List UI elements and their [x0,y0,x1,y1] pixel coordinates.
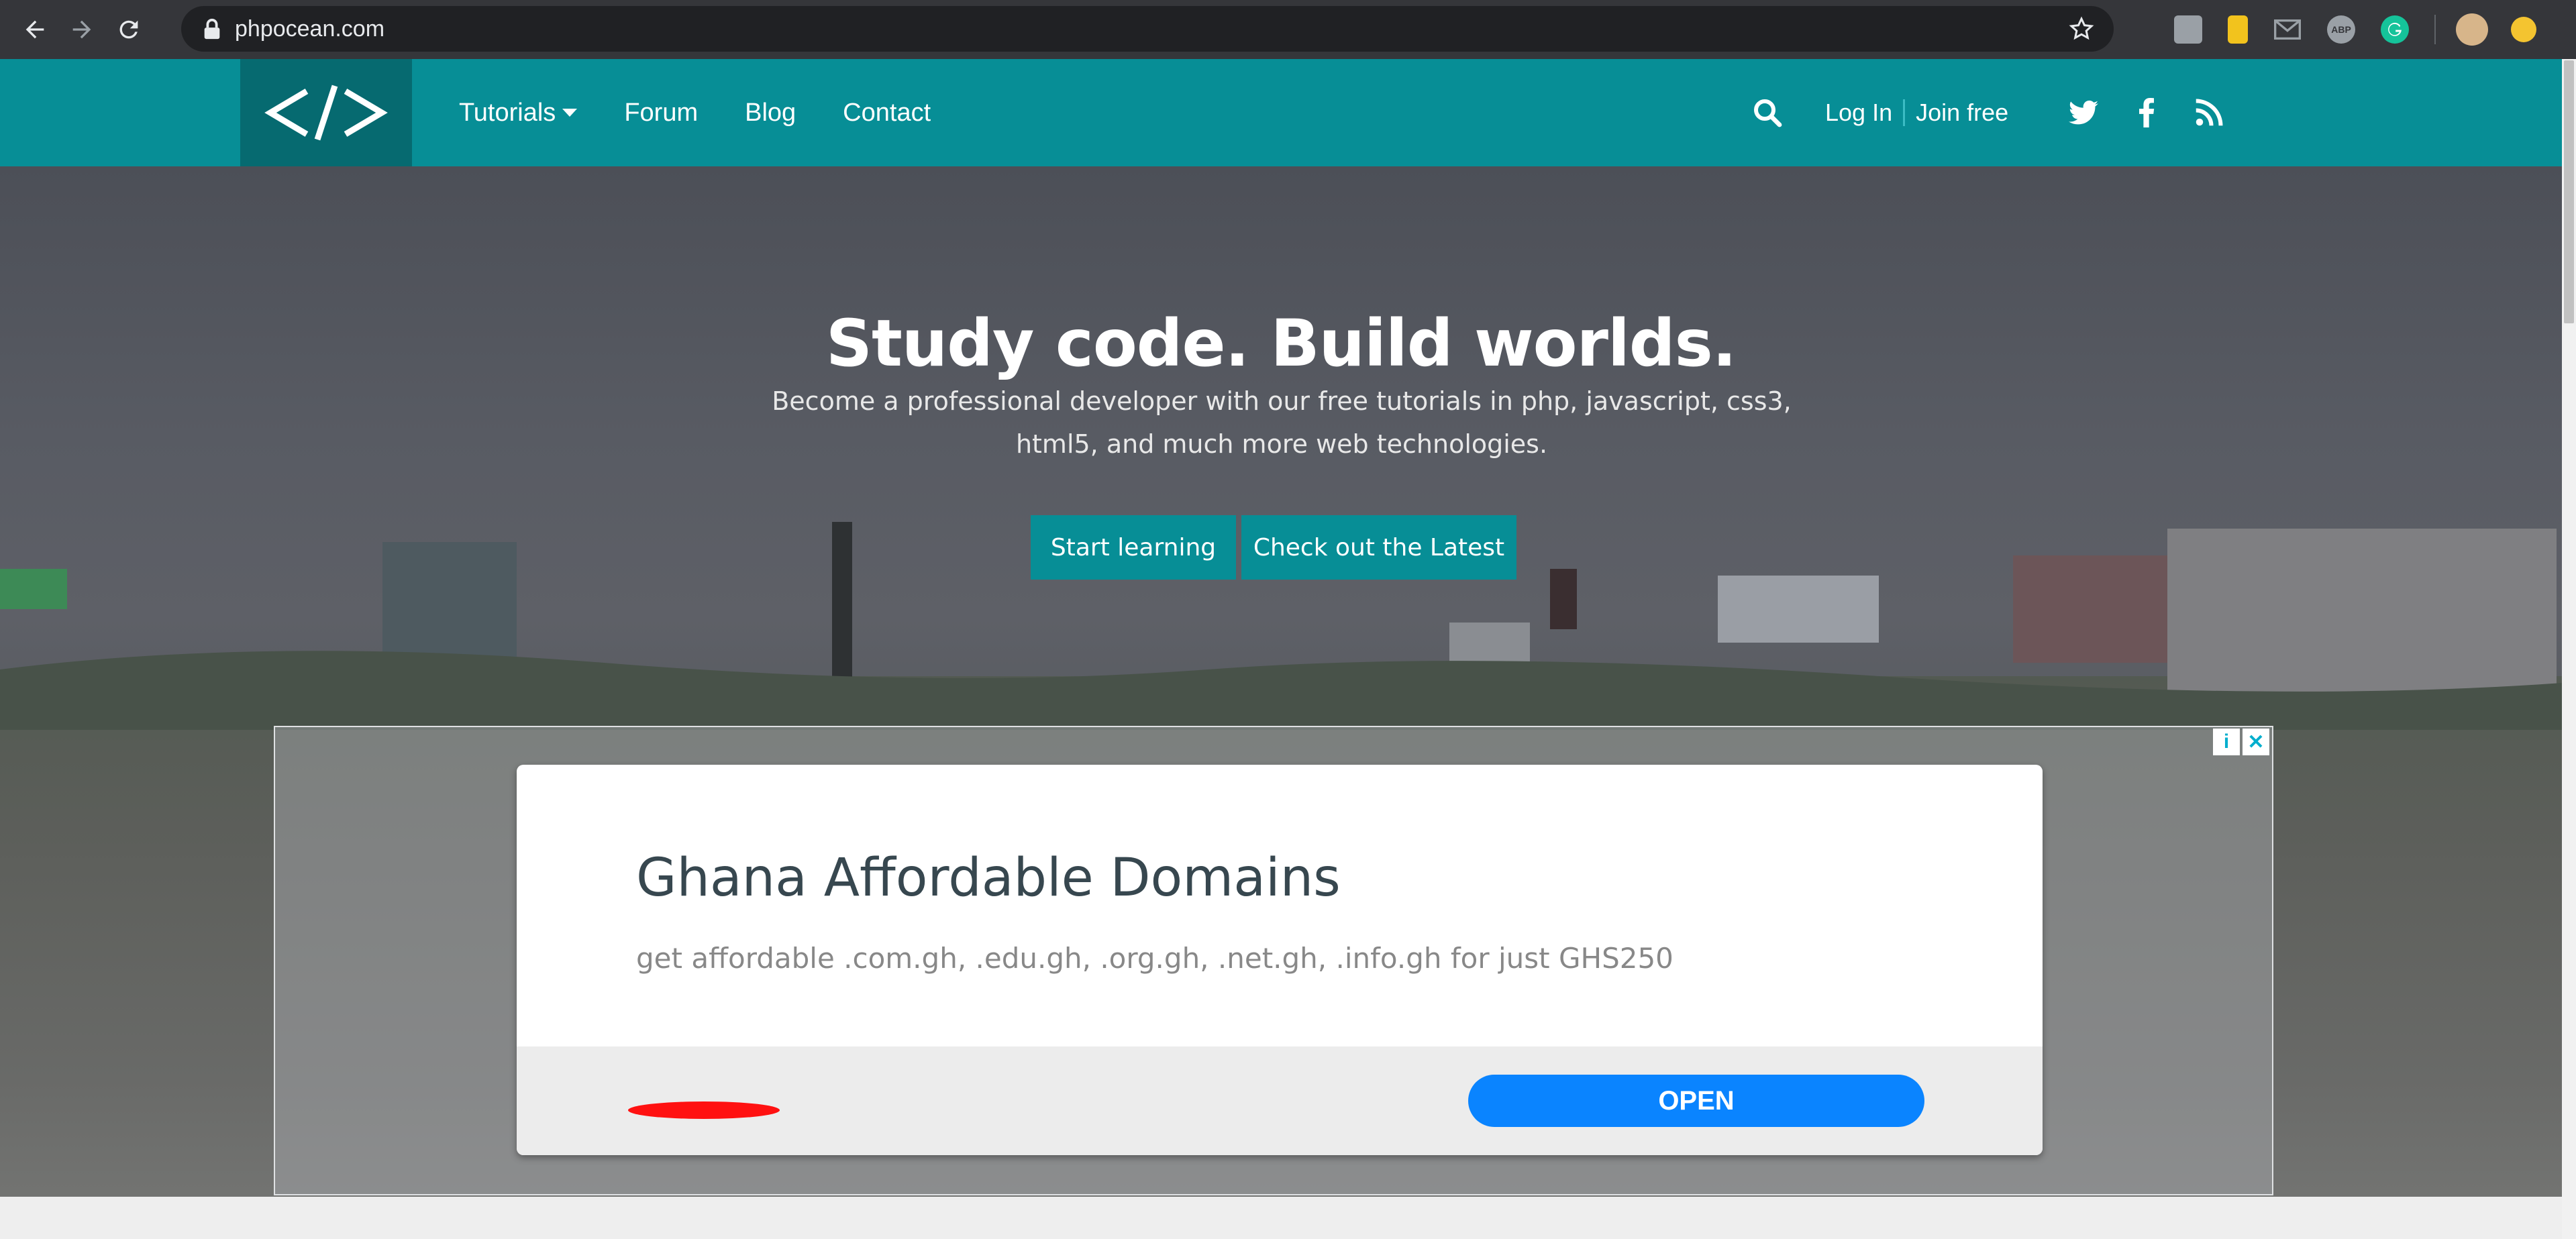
reload-icon [119,20,138,39]
avatar[interactable] [2456,13,2488,46]
chevron-down-icon [562,109,578,117]
ext-yellow-icon[interactable] [2228,15,2248,44]
url-text[interactable]: phpocean.com [235,16,384,42]
rss-icon[interactable] [2195,98,2223,127]
ad-open-button[interactable]: OPEN [1468,1075,1924,1127]
page-footer-strip [0,1197,2562,1239]
reload-button[interactable] [109,9,149,50]
auth-divider [1903,99,1906,126]
login-link[interactable]: Log In [1825,99,1892,127]
forward-icon [72,20,91,39]
ad-close-icon[interactable]: ✕ [2243,729,2269,755]
site-header: Tutorials Forum Blog Contact Log In Join… [0,59,2562,166]
social-links [2069,98,2263,127]
ad-footer: OPEN [517,1046,2043,1155]
ad-description: get affordable .com.gh, .edu.gh, .org.gh… [636,942,1673,975]
nav-contact[interactable]: Contact [843,99,931,127]
hero-subtitle: Become a professional developer with our… [772,386,1792,459]
nav-tutorials[interactable]: Tutorials [459,98,578,127]
lock-icon [204,18,220,40]
site-logo[interactable] [240,59,412,166]
ad-controls: i ✕ [2210,729,2269,755]
search-icon[interactable] [1751,97,1784,129]
ad-title[interactable]: Ghana Affordable Domains [636,848,1341,908]
extensions-area: ABP [2174,12,2562,47]
ad-banner: i ✕ Ghana Affordable Domains get afforda… [274,726,2273,1195]
web-page: Tutorials Forum Blog Contact Log In Join… [0,59,2562,1239]
check-latest-button[interactable]: Check out the Latest [1241,515,1516,580]
code-logo-icon [264,85,388,141]
nav-blog[interactable]: Blog [745,99,796,127]
facebook-icon[interactable] [2139,98,2155,127]
toolbar-divider [2434,15,2436,44]
star-icon[interactable] [2068,15,2095,42]
start-learning-button[interactable]: Start learning [1031,515,1236,580]
page-scrollbar[interactable] [2562,59,2576,1239]
ext-grey-icon[interactable] [2174,15,2202,44]
twitter-icon[interactable] [2069,98,2099,127]
adblock-icon[interactable]: ABP [2327,15,2355,44]
nav-forum[interactable]: Forum [624,99,698,127]
ad-redacted-advertiser [628,1101,780,1119]
back-button[interactable] [15,9,55,50]
back-icon [25,20,44,39]
address-bar[interactable]: phpocean.com [181,6,2114,52]
update-icon[interactable] [2511,17,2536,42]
grammarly-icon[interactable] [2381,15,2409,44]
join-link[interactable]: Join free [1916,99,2008,127]
main-nav: Tutorials Forum Blog Contact [459,59,978,166]
ad-card[interactable]: Ghana Affordable Domains get affordable … [517,765,2043,1155]
nav-tutorials-label: Tutorials [459,98,556,127]
mail-icon[interactable] [2273,15,2302,44]
scrollbar-thumb[interactable] [2564,60,2574,323]
ad-info-icon[interactable]: i [2213,729,2240,755]
hero-title: Study code. Build worlds. [825,306,1737,381]
browser-toolbar: phpocean.com ABP [0,0,2576,59]
hero-buttons: Start learning Check out the Latest [1031,515,1522,580]
forward-button[interactable] [62,9,102,50]
header-actions: Log In Join free [1751,59,2263,166]
